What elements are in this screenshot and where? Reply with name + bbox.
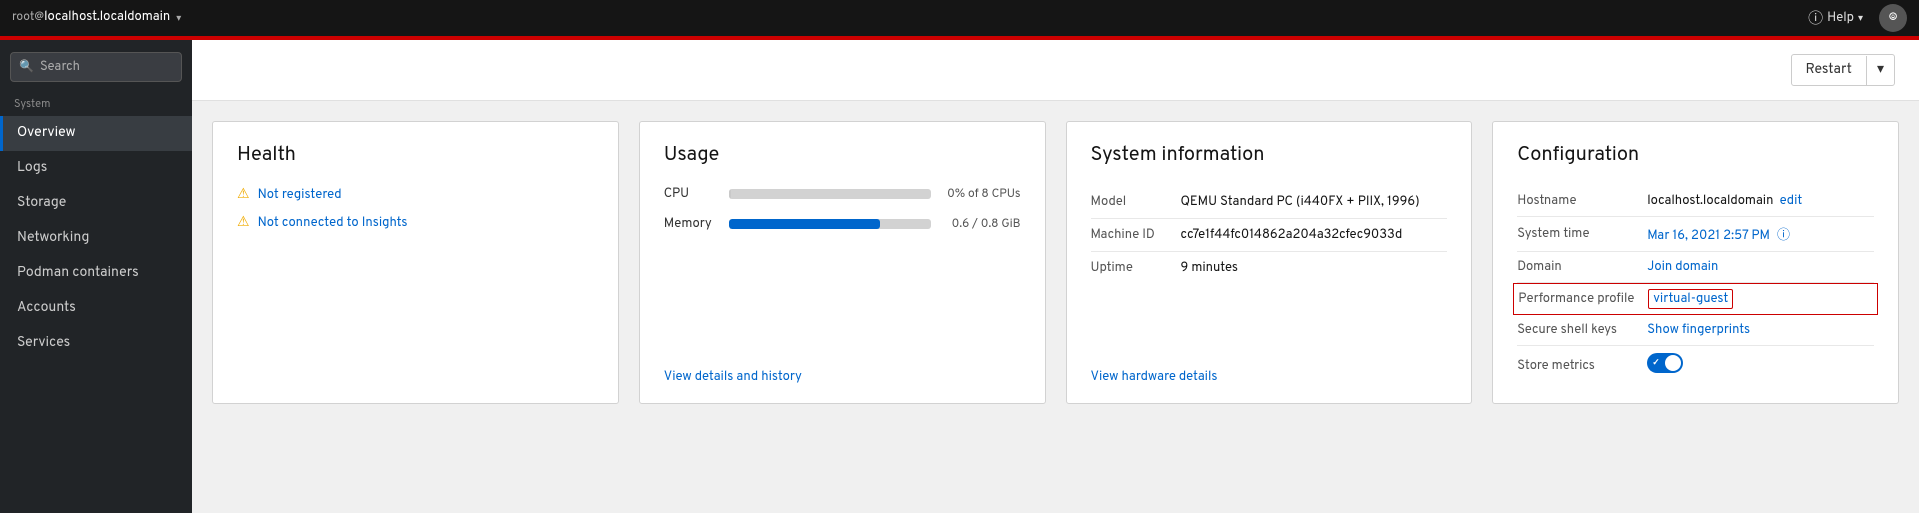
health-card-title: Health [237, 142, 594, 168]
chevron-down-icon[interactable]: ▾ [176, 12, 181, 25]
sidebar-item-label: Networking [17, 230, 89, 247]
cards-container: Health ⚠ Not registered ⚠ Not connected … [192, 101, 1919, 424]
not-registered-link[interactable]: Not registered [258, 187, 342, 203]
search-placeholder: Search [40, 59, 80, 75]
health-item-not-connected: ⚠ Not connected to Insights [237, 214, 594, 232]
restart-button-label[interactable]: Restart [1792, 56, 1867, 85]
perf-profile-row: Performance profile virtual-guest [1513, 283, 1878, 315]
machine-id-key: Machine ID [1091, 227, 1181, 243]
sidebar-item-label: Services [17, 335, 70, 352]
help-button[interactable]: ⓘ Help ▾ [1808, 7, 1863, 29]
topbar-user-prefix: root@ [12, 9, 44, 25]
restart-button[interactable]: Restart ▾ [1791, 54, 1895, 86]
sidebar-item-overview[interactable]: Overview [0, 116, 192, 151]
domain-row: Domain Join domain [1517, 252, 1874, 283]
usage-card-title: Usage [664, 142, 1021, 168]
topbar-hostname: root@localhost.localdomain [12, 10, 170, 26]
view-hardware-link[interactable]: View hardware details [1091, 355, 1448, 385]
domain-key: Domain [1517, 259, 1647, 275]
view-details-link[interactable]: View details and history [664, 355, 1021, 385]
model-row: Model QEMU Standard PC (i440FX + PIIX, 1… [1091, 186, 1448, 219]
sidebar-item-label: Podman containers [17, 265, 139, 282]
memory-label: Memory [664, 216, 719, 232]
cpu-value: 0% of 8 CPUs [941, 186, 1021, 202]
topbar-left: root@localhost.localdomain ▾ [12, 10, 181, 26]
sidebar-item-label: Storage [17, 195, 66, 212]
usage-card: Usage CPU 0% of 8 CPUs Memory 0.6 / 0.8 … [639, 121, 1046, 404]
sidebar-item-label: Logs [17, 160, 47, 177]
uptime-row: Uptime 9 minutes [1091, 252, 1448, 284]
memory-bar-fill [729, 219, 880, 229]
help-circle-icon: ⓘ [1808, 7, 1823, 29]
user-menu-button[interactable]: ☺ [1879, 4, 1907, 32]
sidebar-section-system: System [0, 90, 192, 116]
info-icon[interactable]: ⓘ [1777, 228, 1790, 244]
sidebar-item-storage[interactable]: Storage [0, 186, 192, 221]
ssh-keys-key: Secure shell keys [1517, 322, 1647, 338]
show-fingerprints-link[interactable]: Show fingerprints [1647, 322, 1750, 338]
cpu-usage-row: CPU 0% of 8 CPUs [664, 186, 1021, 202]
join-domain-link[interactable]: Join domain [1647, 259, 1718, 275]
hostname-key: Hostname [1517, 193, 1647, 209]
sysinfo-card: System information Model QEMU Standard P… [1066, 121, 1473, 404]
health-item-not-registered: ⚠ Not registered [237, 186, 594, 204]
not-connected-link[interactable]: Not connected to Insights [258, 215, 408, 231]
help-chevron-icon: ▾ [1858, 12, 1863, 25]
memory-value: 0.6 / 0.8 GiB [941, 216, 1021, 232]
sysinfo-table: Model QEMU Standard PC (i440FX + PIIX, 1… [1091, 186, 1448, 284]
system-time-row: System time Mar 16, 2021 2:57 PM ⓘ [1517, 217, 1874, 252]
help-label: Help [1827, 10, 1854, 26]
uptime-key: Uptime [1091, 260, 1181, 276]
warning-icon: ⚠ [237, 214, 250, 232]
store-metrics-row: Store metrics ✓ [1517, 346, 1874, 385]
machine-id-value: cc7e1f44fc014862a204a32cfec9033d [1181, 227, 1448, 243]
search-icon: 🔍 [19, 59, 34, 75]
hostname-row: Hostname localhost.localdomain edit [1517, 186, 1874, 217]
store-metrics-key: Store metrics [1517, 358, 1647, 374]
model-key: Model [1091, 194, 1181, 210]
sidebar: 🔍 Search System Overview Logs Storage Ne… [0, 40, 192, 513]
hostname-edit-link[interactable]: edit [1780, 193, 1803, 209]
main-content: Restart ▾ Health ⚠ Not registered ⚠ Not … [192, 40, 1919, 513]
toggle-check-icon: ✓ [1652, 358, 1660, 369]
search-input[interactable]: 🔍 Search [10, 52, 182, 82]
health-card: Health ⚠ Not registered ⚠ Not connected … [212, 121, 619, 404]
hostname-value: localhost.localdomain [1647, 193, 1773, 209]
model-value: QEMU Standard PC (i440FX + PIIX, 1996) [1181, 194, 1448, 210]
restart-chevron-icon[interactable]: ▾ [1867, 55, 1894, 85]
main-header: Restart ▾ [192, 40, 1919, 101]
user-avatar-icon: ☺ [1889, 10, 1898, 27]
sidebar-item-accounts[interactable]: Accounts [0, 291, 192, 326]
store-metrics-toggle[interactable]: ✓ [1647, 353, 1683, 373]
system-time-link[interactable]: Mar 16, 2021 2:57 PM [1647, 228, 1770, 244]
sidebar-item-label: Accounts [17, 300, 76, 317]
memory-bar-track [729, 219, 931, 229]
sidebar-item-podman[interactable]: Podman containers [0, 256, 192, 291]
uptime-value: 9 minutes [1181, 260, 1448, 276]
perf-profile-link[interactable]: virtual-guest [1648, 289, 1733, 309]
sidebar-item-logs[interactable]: Logs [0, 151, 192, 186]
cpu-bar-fill [729, 189, 731, 199]
sidebar-item-networking[interactable]: Networking [0, 221, 192, 256]
sysinfo-card-title: System information [1091, 142, 1448, 168]
warning-icon: ⚠ [237, 186, 250, 204]
system-time-key: System time [1517, 226, 1647, 242]
perf-profile-key: Performance profile [1518, 291, 1648, 307]
config-card-title: Configuration [1517, 142, 1874, 168]
topbar-right: ⓘ Help ▾ ☺ [1808, 4, 1907, 32]
sidebar-item-services[interactable]: Services [0, 326, 192, 361]
machine-id-row: Machine ID cc7e1f44fc014862a204a32cfec90… [1091, 219, 1448, 252]
layout: 🔍 Search System Overview Logs Storage Ne… [0, 40, 1919, 513]
toggle-knob [1665, 355, 1681, 371]
ssh-keys-row: Secure shell keys Show fingerprints [1517, 315, 1874, 346]
config-card: Configuration Hostname localhost.localdo… [1492, 121, 1899, 404]
topbar: root@localhost.localdomain ▾ ⓘ Help ▾ ☺ [0, 0, 1919, 36]
topbar-hostname-text: localhost.localdomain [44, 9, 170, 25]
cpu-label: CPU [664, 186, 719, 202]
cpu-bar-track [729, 189, 931, 199]
sidebar-item-label: Overview [17, 125, 76, 142]
memory-usage-row: Memory 0.6 / 0.8 GiB [664, 216, 1021, 232]
